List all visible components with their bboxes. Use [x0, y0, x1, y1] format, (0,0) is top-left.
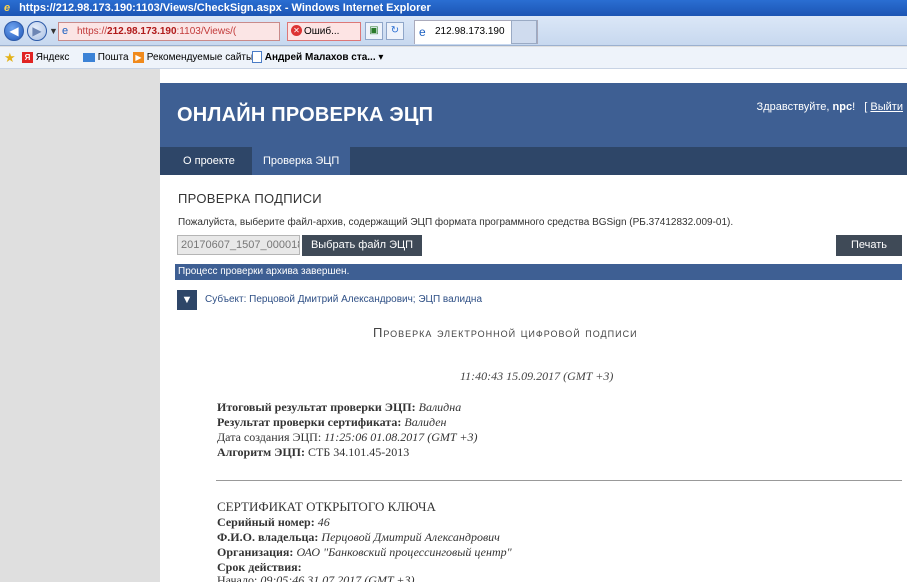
- page-icon: [252, 51, 262, 64]
- favorite-item[interactable]: ▶ Рекомендуемые сайты ▾: [133, 47, 261, 69]
- ie-logo-icon: e: [4, 2, 11, 14]
- yandex-icon: Я: [22, 51, 33, 63]
- owner-line: Ф.И.О. владельца: Перцовой Дмитрий Алекс…: [217, 530, 500, 544]
- intro-text: Пожалуйста, выберите файл-архив, содержа…: [178, 217, 734, 228]
- print-button[interactable]: Печать: [836, 235, 902, 256]
- divider: [216, 480, 902, 481]
- report-title: Проверка электронной цифровой подписи: [373, 325, 638, 340]
- validity-start-line: Начало: 09:05:46 31.07.2017 (GMT +3): [217, 573, 415, 582]
- username: npc: [832, 101, 853, 113]
- result-line: Итоговый результат проверки ЭЦП: Валидна: [217, 400, 462, 414]
- site-title: ОНЛАЙН ПРОВЕРКА ЭЦП: [177, 104, 434, 126]
- algorithm-line: Алгоритм ЭЦП: СТБ 34.101.45-2013: [217, 445, 410, 459]
- window-title: https://212.98.173.190:1103/Views/CheckS…: [19, 2, 431, 14]
- choose-file-button[interactable]: Выбрать файл ЭЦП: [302, 235, 422, 256]
- site-header: ОНЛАЙН ПРОВЕРКА ЭЦП Здравствуйте, npc! […: [160, 83, 907, 147]
- compatibility-icon[interactable]: ▣: [365, 22, 383, 40]
- favorite-item[interactable]: Я Яндекс: [22, 47, 69, 69]
- history-dropdown-icon[interactable]: ▼: [49, 26, 58, 36]
- nav-about[interactable]: О проекте: [172, 147, 246, 175]
- mail-icon: [83, 52, 95, 62]
- status-bar: Процесс проверки архива завершен.: [175, 264, 902, 280]
- window-title-bar: e https://212.98.173.190:1103/Views/Chec…: [0, 0, 907, 16]
- favorite-item[interactable]: Андрей Малахов ста... ▾: [252, 47, 383, 69]
- user-greeting: Здравствуйте, npc! [ Выйти: [756, 101, 903, 113]
- address-toolbar: ◀ ▶ ▼ e https://212.98.173.190:1103/View…: [0, 16, 907, 46]
- page-icon: e: [419, 25, 426, 39]
- favorites-star-icon[interactable]: ★: [4, 47, 16, 69]
- page-title: ПРОВЕРКА ПОДПИСИ: [178, 191, 322, 206]
- favorites-bar: ★ Я Яндекс Пошта ▶ Рекомендуемые сайты ▾…: [0, 47, 907, 69]
- expand-toggle-icon[interactable]: ▼: [177, 290, 197, 310]
- new-tab-button[interactable]: [511, 20, 537, 44]
- page-icon: e: [62, 25, 69, 37]
- subject-link[interactable]: Субъект: Перцовой Дмитрий Александрович;…: [205, 294, 482, 305]
- main-nav: О проекте Проверка ЭЦП: [160, 147, 907, 175]
- address-bar[interactable]: e https://212.98.173.190:1103/Views/(: [58, 22, 280, 41]
- certificate-error-tab[interactable]: ✕ Ошиб...: [287, 22, 361, 41]
- cert-result-line: Результат проверки сертификата: Валиден: [217, 415, 447, 429]
- serial-line: Серийный номер: 46: [217, 515, 330, 529]
- suggested-sites-icon: ▶: [133, 51, 144, 63]
- logout-link[interactable]: Выйти: [870, 101, 903, 113]
- report-timestamp: 11:40:43 15.09.2017 (GMT +3): [460, 369, 614, 383]
- web-page: ОНЛАЙН ПРОВЕРКА ЭЦП Здравствуйте, npc! […: [160, 69, 907, 582]
- favorite-item[interactable]: Пошта: [83, 47, 129, 69]
- back-button[interactable]: ◀: [4, 21, 24, 41]
- organization-line: Организация: ОАО "Банковский процессинго…: [217, 545, 512, 559]
- file-name-field[interactable]: 20170607_1507_000018: [177, 235, 300, 255]
- refresh-icon[interactable]: ↻: [386, 22, 404, 40]
- created-line: Дата создания ЭЦП: 11:25:06 01.08.2017 (…: [217, 430, 478, 444]
- forward-button[interactable]: ▶: [27, 21, 47, 41]
- certificate-title: СЕРТИФИКАТ ОТКРЫТОГО КЛЮЧА: [217, 499, 436, 514]
- nav-check-signature[interactable]: Проверка ЭЦП: [252, 147, 351, 175]
- error-icon: ✕: [291, 25, 302, 36]
